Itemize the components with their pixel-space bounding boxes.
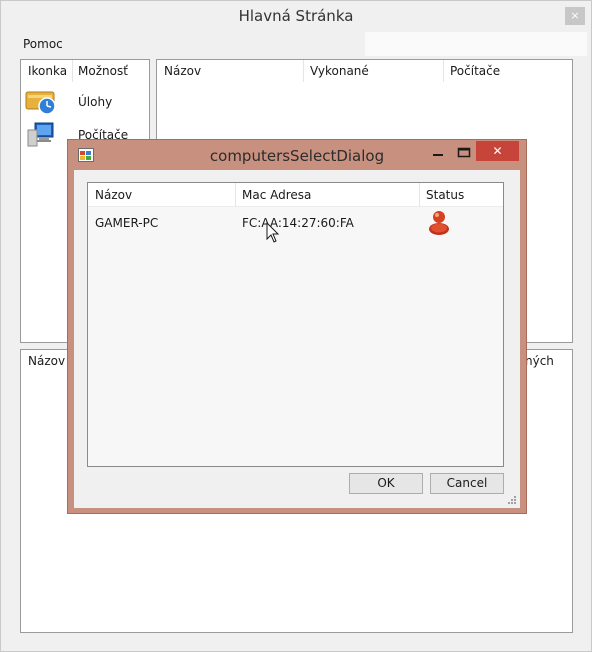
computer-name: GAMER-PC bbox=[95, 216, 159, 230]
dialog-close-button[interactable]: ✕ bbox=[476, 141, 519, 161]
resize-grip-icon[interactable] bbox=[507, 495, 517, 505]
column-header-icon[interactable]: Ikonka bbox=[21, 60, 73, 82]
maximize-icon[interactable] bbox=[454, 144, 474, 162]
column-header-done[interactable]: Vykonané bbox=[303, 60, 443, 82]
tasks-clock-icon bbox=[25, 91, 56, 115]
user-online-icon bbox=[429, 211, 449, 235]
computer-mac: FC:AA:14:27:60:FA bbox=[242, 216, 354, 230]
menu-help[interactable]: Pomoc bbox=[23, 37, 63, 51]
column-header-mac[interactable]: Mac Adresa bbox=[235, 183, 419, 207]
minimize-icon[interactable] bbox=[428, 144, 448, 162]
column-header-status[interactable]: Status bbox=[419, 183, 503, 207]
nav-item-tasks[interactable]: Úlohy bbox=[21, 87, 149, 119]
list-item[interactable]: GAMER-PC FC:AA:14:27:60:FA bbox=[88, 207, 503, 239]
column-header-computers[interactable]: Počítače bbox=[443, 60, 569, 82]
column-header-option[interactable]: Možnosť bbox=[72, 60, 149, 82]
column-header-name[interactable]: Názov bbox=[157, 60, 303, 82]
cancel-button[interactable]: Cancel bbox=[430, 473, 504, 494]
ok-button[interactable]: OK bbox=[349, 473, 423, 494]
column-header-name[interactable]: Názov bbox=[21, 350, 69, 372]
dialog-titlebar[interactable]: computersSelectDialog ✕ bbox=[68, 140, 526, 170]
dialog-content: Názov Mac Adresa Status GAMER-PC FC:AA:1… bbox=[74, 170, 520, 508]
nav-item-label: Úlohy bbox=[78, 95, 113, 109]
mouse-cursor-icon bbox=[266, 222, 280, 243]
main-titlebar: Hlavná Stránka × bbox=[1, 1, 591, 32]
computers-icon bbox=[27, 122, 54, 147]
column-header-name[interactable]: Názov bbox=[88, 183, 235, 207]
computers-list[interactable]: Názov Mac Adresa Status GAMER-PC FC:AA:1… bbox=[87, 182, 504, 467]
main-window-title: Hlavná Stránka bbox=[238, 7, 354, 25]
main-close-button[interactable]: × bbox=[565, 7, 585, 25]
computers-select-dialog: computersSelectDialog ✕ Názov Mac Adresa… bbox=[67, 139, 527, 514]
list-header: Názov Mac Adresa Status bbox=[88, 183, 503, 207]
menu-bar-filler bbox=[365, 32, 587, 56]
menu-bar: Pomoc bbox=[11, 32, 365, 56]
